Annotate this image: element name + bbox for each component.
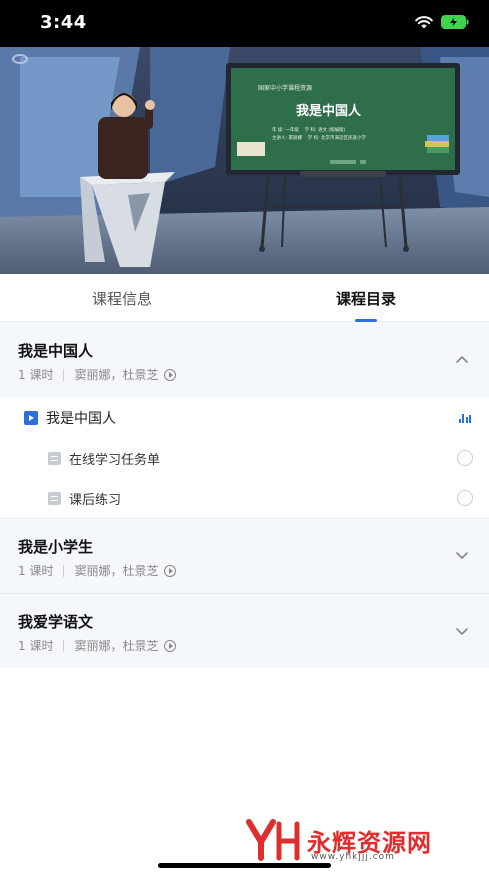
document-icon bbox=[48, 491, 61, 505]
video-player[interactable]: 国家中小学课程资源 我是中国人 年 级: 一年级 学 科: 语文 (统编版) 主… bbox=[0, 47, 489, 274]
chapter-hours: 1 课时 bbox=[18, 368, 54, 382]
video-lesson-icon bbox=[24, 411, 38, 425]
completion-circle[interactable] bbox=[457, 490, 473, 506]
chapter-meta: 1 课时 窦丽娜，杜景芝 bbox=[18, 637, 177, 654]
lesson-title: 我是中国人 bbox=[46, 411, 116, 427]
chapter-teachers: 窦丽娜，杜景芝 bbox=[74, 368, 159, 382]
meta-separator bbox=[63, 368, 65, 381]
chevron-up-icon[interactable] bbox=[455, 353, 469, 367]
bar-chart-icon bbox=[459, 413, 471, 423]
lesson-list: 我是中国人 在线学习任务单 课后练习 bbox=[0, 398, 489, 518]
meta-separator bbox=[63, 564, 65, 577]
board-title: 我是中国人 bbox=[296, 104, 362, 119]
document-icon bbox=[48, 451, 61, 465]
chevron-down-icon[interactable] bbox=[455, 624, 469, 638]
chapter-title: 我是小学生 bbox=[18, 538, 94, 556]
chapter-title: 我爱学语文 bbox=[18, 613, 94, 631]
chapter-teachers: 窦丽娜，杜景芝 bbox=[74, 639, 159, 653]
lesson-row-task-sheet[interactable]: 在线学习任务单 bbox=[0, 438, 489, 478]
lesson-row-exercise[interactable]: 课后练习 bbox=[0, 478, 489, 518]
home-indicator[interactable] bbox=[158, 863, 331, 868]
completion-circle[interactable] bbox=[457, 450, 473, 466]
chapter-meta: 1 课时 窦丽娜，杜景芝 bbox=[18, 562, 177, 579]
play-circle-icon[interactable] bbox=[164, 564, 177, 577]
chapter-meta: 1 课时 窦丽娜，杜景芝 bbox=[18, 366, 177, 383]
watermark: 永辉资源网 www.yhkjjj.com bbox=[245, 818, 432, 862]
wifi-icon bbox=[415, 15, 433, 29]
lesson-item-title: 课后练习 bbox=[69, 492, 122, 508]
board-info-2: 主讲人: 窦丽娜 学 校: 北京市海淀区民族小学 bbox=[272, 136, 367, 141]
tab-course-catalog[interactable]: 课程目录 bbox=[244, 274, 488, 322]
board-header: 国家中小学课程资源 bbox=[258, 85, 313, 92]
watermark-url: www.yhkjjj.com bbox=[311, 852, 395, 862]
tab-bar: 课程信息 课程目录 bbox=[0, 274, 489, 322]
watermark-logo-icon bbox=[246, 819, 300, 861]
chapter-header-1[interactable]: 我是中国人 1 课时 窦丽娜，杜景芝 bbox=[0, 322, 489, 398]
video-logo-icon bbox=[12, 54, 28, 64]
board-info-1: 年 级: 一年级 学 科: 语文 (统编版) bbox=[272, 128, 346, 133]
status-icons bbox=[415, 15, 469, 29]
tab-course-info[interactable]: 课程信息 bbox=[0, 274, 244, 322]
status-bar: 3:44 bbox=[0, 0, 489, 47]
chapter-title: 我是中国人 bbox=[18, 342, 94, 360]
chapter-hours: 1 课时 bbox=[18, 639, 54, 653]
chapter-header-2[interactable]: 我是小学生 1 课时 窦丽娜，杜景芝 bbox=[0, 519, 489, 593]
play-circle-icon[interactable] bbox=[164, 368, 177, 381]
chapter-header-3[interactable]: 我爱学语文 1 课时 窦丽娜，杜景芝 bbox=[0, 594, 489, 668]
meta-separator bbox=[63, 639, 65, 652]
lesson-row-video[interactable]: 我是中国人 bbox=[0, 398, 489, 438]
chapter-hours: 1 课时 bbox=[18, 564, 54, 578]
chapter-teachers: 窦丽娜，杜景芝 bbox=[74, 564, 159, 578]
status-time: 3:44 bbox=[40, 12, 87, 33]
play-circle-icon[interactable] bbox=[164, 639, 177, 652]
lesson-item-title: 在线学习任务单 bbox=[69, 452, 161, 468]
chevron-down-icon[interactable] bbox=[455, 548, 469, 562]
battery-icon bbox=[441, 15, 469, 29]
